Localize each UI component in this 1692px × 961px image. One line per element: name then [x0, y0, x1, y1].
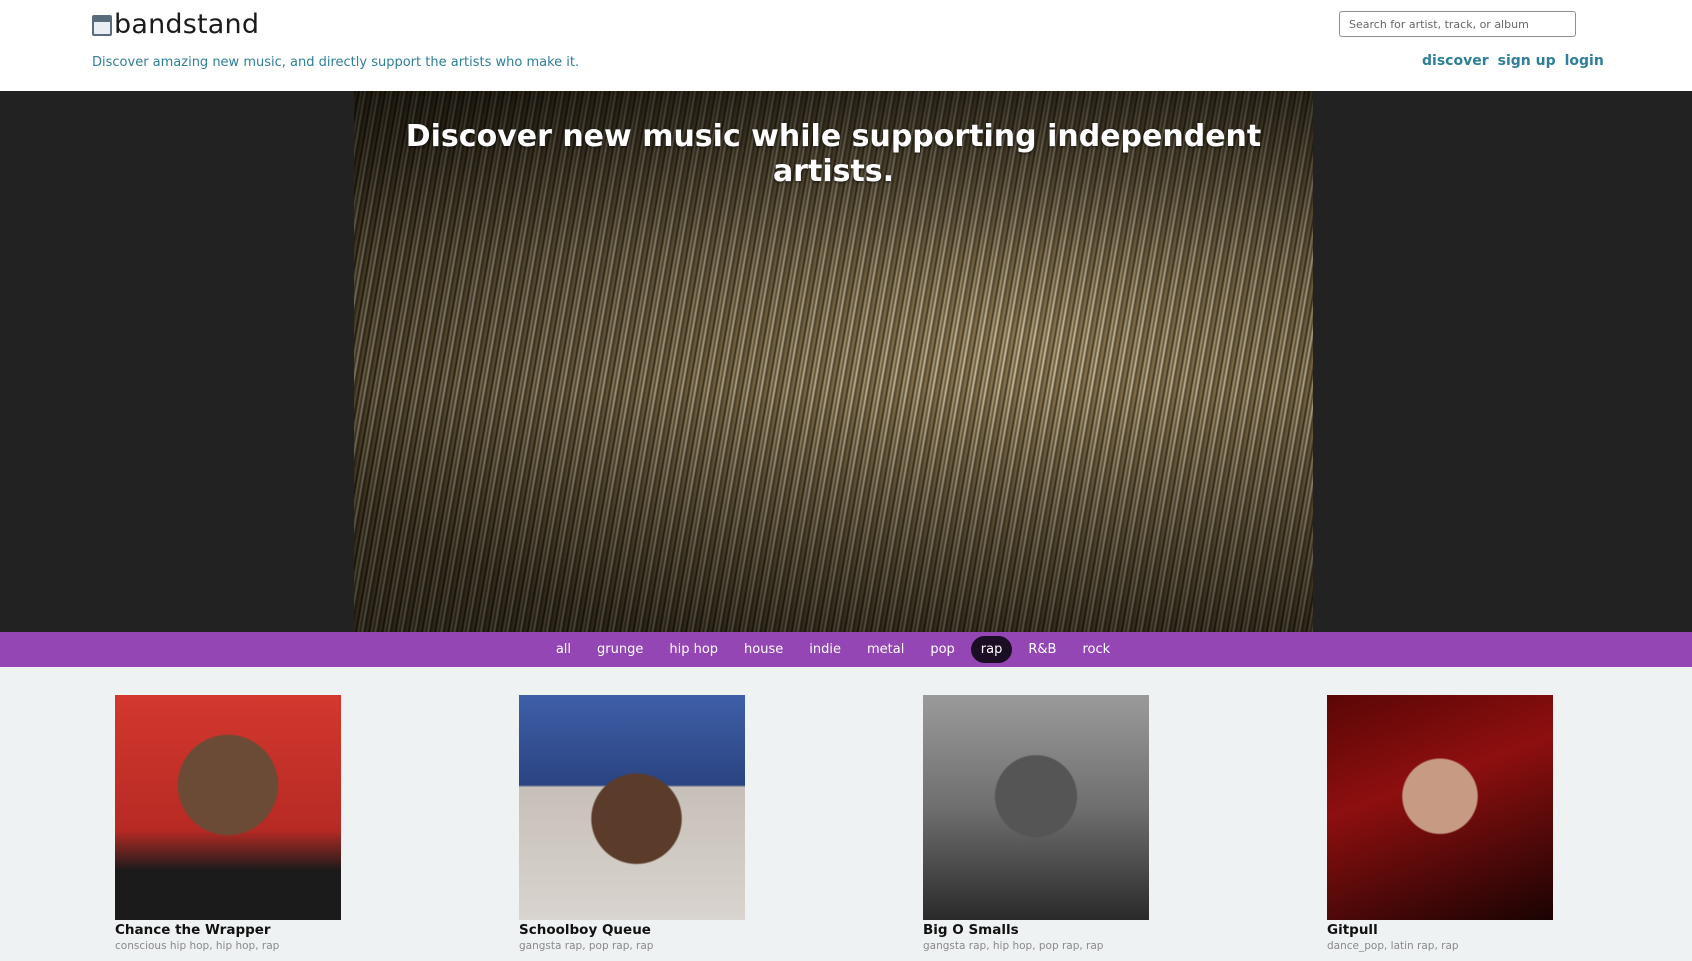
- nav-signup-link[interactable]: sign up: [1498, 53, 1556, 69]
- search-input[interactable]: [1339, 11, 1576, 37]
- artist-genres: dance_pop, latin rap, rap: [1327, 940, 1459, 952]
- tagline: Discover amazing new music, and directly…: [92, 55, 580, 70]
- artist-genres: gangsta rap, hip hop, pop rap, rap: [923, 940, 1104, 952]
- artist-photo[interactable]: [923, 695, 1149, 920]
- artist-name[interactable]: Big O Smalls: [923, 922, 1149, 938]
- hero-title: Discover new music while supporting inde…: [405, 119, 1262, 189]
- artist-photo[interactable]: [519, 695, 745, 920]
- genre-tab-metal[interactable]: metal: [857, 636, 914, 663]
- genre-filter-bar: all grunge hip hop house indie metal pop…: [0, 632, 1692, 667]
- artist-name[interactable]: Chance the Wrapper: [115, 922, 341, 938]
- genre-tab-hip-hop[interactable]: hip hop: [659, 636, 728, 663]
- genre-tab-all[interactable]: all: [546, 636, 581, 663]
- top-nav: discover sign up login: [1422, 53, 1604, 69]
- artist-name[interactable]: Gitpull: [1327, 922, 1553, 938]
- artist-card[interactable]: Schoolboy Queue gangsta rap, pop rap, ra…: [519, 695, 745, 952]
- logo[interactable]: bandstand: [92, 10, 259, 40]
- logo-icon: [92, 14, 112, 36]
- genre-tab-rnb[interactable]: R&B: [1018, 636, 1066, 663]
- genre-tab-indie[interactable]: indie: [799, 636, 851, 663]
- artist-card[interactable]: Chance the Wrapper conscious hip hop, hi…: [115, 695, 341, 952]
- artist-grid: Chance the Wrapper conscious hip hop, hi…: [0, 667, 1692, 961]
- genre-tab-rap[interactable]: rap: [970, 636, 1013, 663]
- artist-card[interactable]: Big O Smalls gangsta rap, hip hop, pop r…: [923, 695, 1149, 952]
- genre-tab-grunge[interactable]: grunge: [587, 636, 653, 663]
- artist-name[interactable]: Schoolboy Queue: [519, 922, 745, 938]
- brand-name: bandstand: [114, 9, 260, 40]
- nav-login-link[interactable]: login: [1565, 53, 1604, 69]
- artist-genres: gangsta rap, pop rap, rap: [519, 940, 654, 952]
- hero-banner: Discover new music while supporting inde…: [0, 91, 1692, 632]
- nav-discover-link[interactable]: discover: [1422, 53, 1489, 69]
- artist-card[interactable]: Gitpull dance_pop, latin rap, rap: [1327, 695, 1553, 952]
- site-header: bandstand Discover amazing new music, an…: [0, 0, 1692, 91]
- genre-tab-pop[interactable]: pop: [920, 636, 964, 663]
- genre-tab-rock[interactable]: rock: [1072, 636, 1120, 663]
- artist-genres: conscious hip hop, hip hop, rap: [115, 940, 280, 952]
- genre-tab-house[interactable]: house: [734, 636, 793, 663]
- artist-photo[interactable]: [1327, 695, 1553, 920]
- artist-photo[interactable]: [115, 695, 341, 920]
